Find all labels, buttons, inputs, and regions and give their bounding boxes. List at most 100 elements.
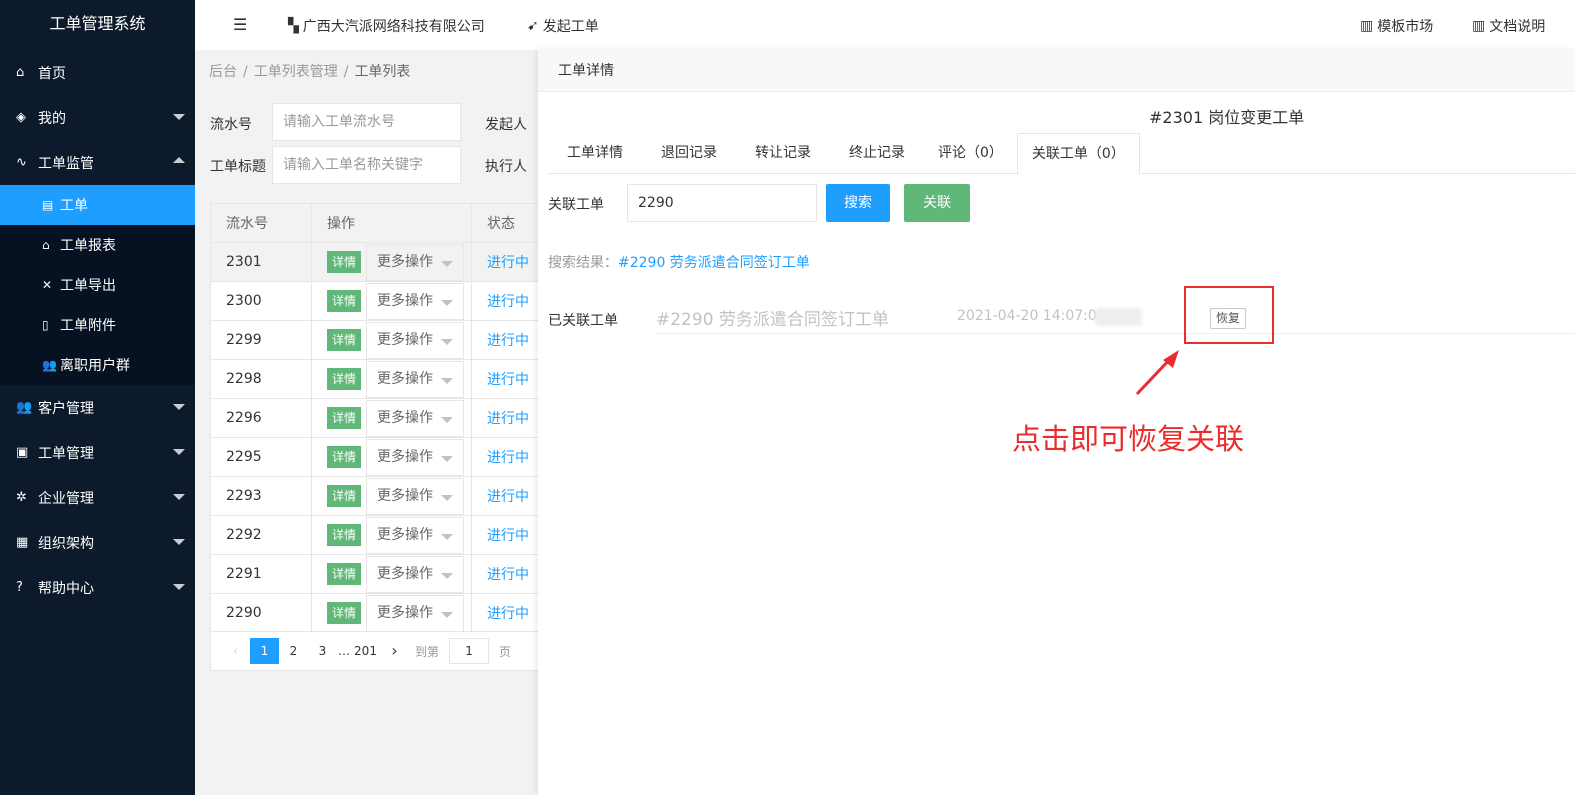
detail-button[interactable]: 详情 [327, 485, 362, 507]
more-actions-dropdown[interactable]: 更多操作 [366, 555, 465, 593]
title-input[interactable]: 请输入工单名称关键字 [272, 146, 461, 184]
goto-label: 到第 [415, 644, 440, 659]
next-page-icon[interactable]: › [380, 638, 409, 664]
sidebar-item-resigned-users[interactable]: 👥 离职用户群 [0, 345, 195, 385]
sidebar-item-help[interactable]: ? 帮助中心 [0, 565, 195, 610]
more-actions-dropdown[interactable]: 更多操作 [366, 360, 465, 398]
more-actions-label: 更多操作 [377, 409, 434, 426]
serial-input[interactable]: 请输入工单流水号 [272, 103, 461, 141]
chevron-down-icon [441, 533, 454, 540]
table-row: 2295 详情 更多操作 进行中 [211, 438, 538, 477]
status-cell[interactable]: 进行中 [472, 516, 529, 554]
sidebar-item-order-supervision[interactable]: ∿ 工单监管 [0, 140, 195, 185]
table-header-row: 流水号 操作 状态 [211, 204, 538, 243]
sidebar-item-enterprise[interactable]: ✲ 企业管理 [0, 475, 195, 520]
more-actions-dropdown[interactable]: 更多操作 [366, 477, 465, 515]
annotation-text: 点击即可恢复关联 [1012, 422, 1245, 456]
detail-button[interactable]: 详情 [327, 290, 362, 312]
status-cell[interactable]: 进行中 [472, 360, 529, 398]
tab-linked-orders[interactable]: 关联工单（0） [1016, 133, 1140, 175]
more-actions-dropdown[interactable]: 更多操作 [366, 438, 465, 476]
annotation-highlight-box [1184, 286, 1274, 344]
more-actions-dropdown[interactable]: 更多操作 [366, 243, 465, 281]
sidebar: 工单管理系统 ⌂ 首页 ◈ 我的 ∿ 工单监管 ▤ 工单 ⌂ 工单报表 ✕ 工单… [0, 0, 195, 795]
docs-link[interactable]: ▥ 文档说明 [1472, 16, 1545, 36]
detail-button[interactable]: 详情 [327, 368, 362, 390]
more-actions-label: 更多操作 [377, 292, 434, 309]
sidebar-item-customers[interactable]: 👥 客户管理 [0, 385, 195, 430]
status-cell[interactable]: 进行中 [472, 555, 529, 593]
tab-return-records[interactable]: 退回记录 [642, 133, 736, 174]
detail-button[interactable]: 详情 [327, 407, 362, 429]
page-button[interactable]: 201 [351, 638, 380, 664]
chevron-down-icon [173, 539, 185, 545]
menu-toggle-icon[interactable]: ☰ [233, 15, 247, 34]
pulse-icon: ∿ [16, 155, 27, 170]
table-row: 2296 详情 更多操作 进行中 [211, 399, 538, 438]
chevron-down-icon [441, 338, 454, 345]
status-cell[interactable]: 进行中 [472, 399, 529, 437]
status-cell[interactable]: 进行中 [472, 594, 529, 632]
serial-cell: 2290 [211, 594, 312, 632]
detail-button[interactable]: 详情 [327, 602, 362, 624]
sidebar-item-order-report[interactable]: ⌂ 工单报表 [0, 225, 195, 265]
more-actions-dropdown[interactable]: 更多操作 [366, 594, 465, 632]
sidebar-item-home[interactable]: ⌂ 首页 [0, 50, 195, 95]
sidebar-item-order-export[interactable]: ✕ 工单导出 [0, 265, 195, 305]
more-actions-dropdown[interactable]: 更多操作 [366, 516, 465, 554]
chevron-down-icon [441, 260, 454, 267]
breadcrumb-item[interactable]: 工单列表管理 [254, 64, 338, 80]
chevron-up-icon [173, 157, 185, 163]
sidebar-item-order-attachments[interactable]: ▯ 工单附件 [0, 305, 195, 345]
status-cell[interactable]: 进行中 [472, 282, 529, 320]
more-actions-dropdown[interactable]: 更多操作 [366, 399, 465, 437]
tab-comments[interactable]: 评论（0） [924, 133, 1017, 174]
linked-order-time: 2021-04-20 14:07:09 [957, 308, 1106, 324]
detail-button[interactable]: 详情 [327, 329, 362, 351]
search-button[interactable]: 搜索 [826, 184, 890, 222]
detail-button[interactable]: 详情 [327, 524, 362, 546]
sidebar-item-organization[interactable]: ▦ 组织架构 [0, 520, 195, 565]
detail-button[interactable]: 详情 [327, 563, 362, 585]
page-button[interactable]: 1 [250, 638, 279, 664]
detail-button[interactable]: 详情 [327, 251, 362, 273]
order-list-page: 后台 / 工单列表管理 / 工单列表 流水号 请输入工单流水号 发起人 工单标题 请输入… [195, 50, 538, 795]
sidebar-subnav: ▤ 工单 ⌂ 工单报表 ✕ 工单导出 ▯ 工单附件 👥 离职用户群 [0, 185, 195, 385]
goto-page-input[interactable]: 1 [449, 638, 490, 664]
company-switcher[interactable]: ▚ 广西大汽派网络科技有限公司 [288, 16, 485, 36]
page-button[interactable]: 2 [279, 638, 308, 664]
actions-cell: 详情 更多操作 [312, 594, 472, 632]
search-result-link[interactable]: #2290 劳务派遣合同签订工单 [618, 255, 810, 271]
chevron-down-icon [173, 449, 185, 455]
detail-button[interactable]: 详情 [327, 446, 362, 468]
link-button[interactable]: 关联 [904, 184, 970, 222]
tab-termination-records[interactable]: 终止记录 [830, 133, 924, 174]
status-cell[interactable]: 进行中 [472, 438, 529, 476]
page-button[interactable]: 3 [308, 638, 337, 664]
sidebar-item-order-management[interactable]: ▣ 工单管理 [0, 430, 195, 475]
status-cell[interactable]: 进行中 [472, 321, 529, 359]
prev-page-icon[interactable]: ‹ [221, 638, 250, 664]
tab-transfer-records[interactable]: 转让记录 [736, 133, 830, 174]
status-cell[interactable]: 进行中 [472, 477, 529, 515]
search-result-label: 搜索结果： [548, 255, 618, 271]
table-row: 2300 详情 更多操作 进行中 [211, 282, 538, 321]
sidebar-item-orders[interactable]: ▤ 工单 [0, 185, 195, 225]
sidebar-item-label: 离职用户群 [60, 358, 130, 374]
template-market-link[interactable]: ▥ 模板市场 [1360, 16, 1433, 36]
linked-order-name[interactable]: #2290 劳务派遣合同签订工单 [656, 305, 889, 330]
more-actions-label: 更多操作 [377, 448, 434, 465]
more-actions-dropdown[interactable]: 更多操作 [366, 321, 465, 359]
actions-cell: 详情 更多操作 [312, 477, 472, 515]
app-title: 工单管理系统 [49, 14, 146, 33]
actions-cell: 详情 更多操作 [312, 438, 472, 476]
tab-detail[interactable]: 工单详情 [548, 133, 642, 174]
table-row: 2301 详情 更多操作 进行中 [211, 243, 538, 282]
start-order-link[interactable]: ➹ 发起工单 [527, 16, 599, 36]
more-actions-dropdown[interactable]: 更多操作 [366, 282, 465, 320]
breadcrumb-item[interactable]: 后台 [209, 64, 237, 80]
file-icon: ▤ [42, 198, 54, 212]
link-order-input[interactable]: 2290 [627, 184, 817, 222]
status-cell[interactable]: 进行中 [472, 243, 529, 281]
sidebar-item-mine[interactable]: ◈ 我的 [0, 95, 195, 140]
